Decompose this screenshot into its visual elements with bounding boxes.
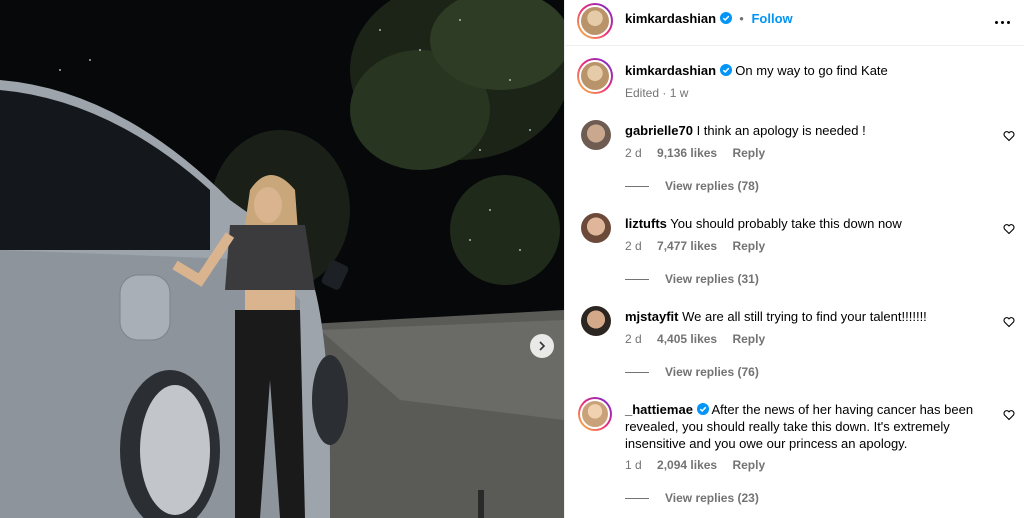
view-replies-label: View replies (76): [665, 365, 759, 379]
view-replies-button[interactable]: View replies (76): [625, 365, 759, 379]
comment-username[interactable]: _hattiemae: [625, 402, 693, 417]
comment-username[interactable]: gabrielle70: [625, 123, 693, 138]
verified-badge-icon: [696, 403, 709, 415]
view-replies-label: View replies (78): [665, 179, 759, 193]
verified-badge-icon: [719, 64, 732, 76]
comment-text: You should probably take this down now: [670, 216, 902, 231]
caption-text: On my way to go find Kate: [735, 63, 888, 78]
comment-avatar[interactable]: [578, 397, 612, 431]
comment-item: mjstayfit We are all still trying to fin…: [565, 304, 1024, 384]
next-image-button[interactable]: [530, 334, 554, 358]
comment-likes[interactable]: 9,136 likes: [657, 146, 717, 160]
heart-icon[interactable]: [1003, 409, 1015, 421]
reply-button[interactable]: Reply: [732, 458, 765, 472]
reply-button[interactable]: Reply: [732, 332, 765, 346]
comment-age: 2 d: [625, 146, 642, 160]
comment-item: _hattiemae After the news of her having …: [565, 397, 1024, 515]
comment-age: 2 d: [625, 239, 642, 253]
comment-age: 2 d: [625, 332, 642, 346]
view-replies-button[interactable]: View replies (31): [625, 272, 759, 286]
comment-username[interactable]: liztufts: [625, 216, 667, 231]
post-image: [0, 0, 564, 518]
comment-username[interactable]: mjstayfit: [625, 309, 678, 324]
comment-item: gabrielle70 I think an apology is needed…: [565, 118, 1024, 198]
separator-dot: •: [739, 11, 744, 26]
comment-avatar[interactable]: [581, 213, 611, 243]
comment-likes[interactable]: 2,094 likes: [657, 458, 717, 472]
view-replies-label: View replies (23): [665, 491, 759, 505]
comment-avatar[interactable]: [581, 120, 611, 150]
reply-button[interactable]: Reply: [732, 239, 765, 253]
post-header: kimkardashian • Follow: [565, 0, 1024, 46]
heart-icon[interactable]: [1003, 223, 1015, 235]
comment-likes[interactable]: 4,405 likes: [657, 332, 717, 346]
comment-likes[interactable]: 7,477 likes: [657, 239, 717, 253]
caption-avatar[interactable]: [577, 58, 613, 94]
reply-button[interactable]: Reply: [732, 146, 765, 160]
verified-badge-icon: [719, 12, 732, 24]
caption-meta: Edited · 1 w: [625, 86, 689, 100]
author-avatar[interactable]: [577, 3, 613, 39]
view-replies-label: View replies (31): [665, 272, 759, 286]
comment-avatar[interactable]: [581, 306, 611, 336]
comment-item: liztufts You should probably take this d…: [565, 211, 1024, 291]
post-side-panel: kimkardashian • Follow kimkardashian On …: [564, 0, 1024, 518]
comment-age: 1 d: [625, 458, 642, 472]
view-replies-button[interactable]: View replies (78): [625, 179, 759, 193]
caption-username[interactable]: kimkardashian: [625, 63, 716, 78]
comment-text: We are all still trying to find your tal…: [682, 309, 927, 324]
more-options-icon[interactable]: [993, 12, 1013, 26]
post-caption: kimkardashian On my way to go find Kate: [625, 62, 1005, 80]
comment-text: I think an apology is needed !: [696, 123, 866, 138]
follow-button[interactable]: Follow: [751, 11, 792, 26]
author-username[interactable]: kimkardashian: [625, 11, 716, 26]
view-replies-button[interactable]: View replies (23): [625, 491, 759, 505]
chevron-right-icon: [539, 341, 546, 351]
heart-icon[interactable]: [1003, 316, 1015, 328]
post-photo: [0, 0, 564, 518]
heart-icon[interactable]: [1003, 130, 1015, 142]
